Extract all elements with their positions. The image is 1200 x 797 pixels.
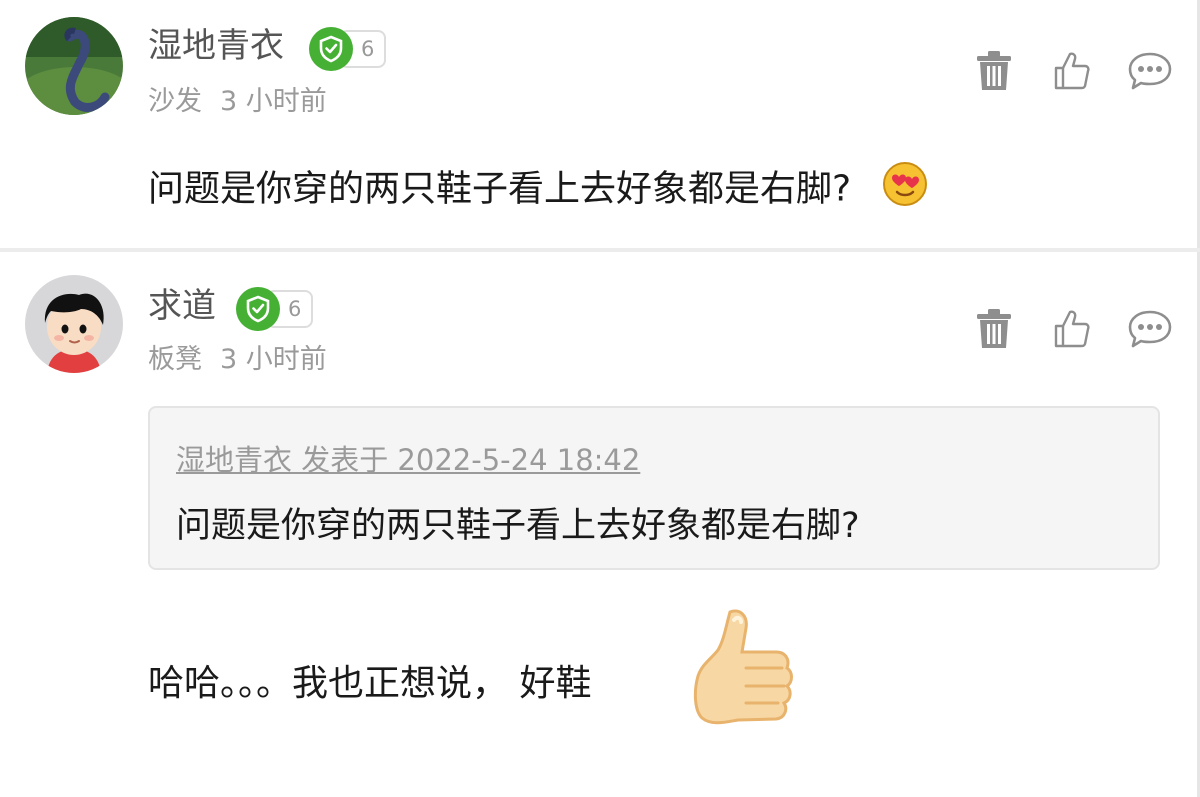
shield-check-icon	[236, 287, 280, 331]
avatar[interactable]	[25, 17, 123, 115]
comment-actions	[971, 306, 1173, 352]
heart-eyes-emoji	[881, 160, 929, 221]
delete-button[interactable]	[971, 48, 1017, 94]
chat-bubble-icon	[1128, 52, 1172, 90]
quote-source-link[interactable]: 湿地青衣 发表于 2022-5-24 18:42	[176, 442, 640, 478]
floor-label: 板凳	[148, 344, 202, 375]
timestamp: 3 小时前	[220, 86, 327, 117]
reply-button[interactable]	[1127, 306, 1173, 352]
quote-text: 问题是你穿的两只鞋子看上去好象都是右脚?	[176, 506, 860, 546]
reply-button[interactable]	[1127, 48, 1173, 94]
user-level-badge: 6	[236, 287, 314, 331]
chat-bubble-icon	[1128, 310, 1172, 348]
username[interactable]: 求道	[148, 286, 216, 326]
like-button[interactable]	[1049, 48, 1095, 94]
comment-actions	[971, 48, 1173, 94]
comment-text: 问题是你穿的两只鞋子看上去好象都是右脚?	[148, 160, 929, 221]
comment-item: 湿地青衣 6 沙发 3 小时前 问题是你穿的两只鞋子看上去好象都是右脚?	[0, 0, 1200, 248]
avatar[interactable]	[25, 275, 123, 373]
quoted-comment: 湿地青衣 发表于 2022-5-24 18:42 问题是你穿的两只鞋子看上去好象…	[148, 406, 1160, 570]
comment-meta: 板凳 3 小时前	[148, 344, 327, 376]
thumb-up-icon	[1054, 310, 1090, 348]
comment-body: 哈哈。。。我也正想说， 好鞋	[148, 663, 592, 704]
delete-button[interactable]	[971, 306, 1017, 352]
shield-check-icon	[309, 27, 353, 71]
thumbs-up-emoji	[690, 606, 800, 742]
like-button[interactable]	[1049, 306, 1095, 352]
timestamp: 3 小时前	[220, 344, 327, 375]
comment-item: 求道 6 板凳 3 小时前 湿地青衣 发表于 2022-5-24 18:42 问题…	[0, 252, 1200, 797]
trash-icon	[977, 51, 1011, 90]
trash-icon	[977, 309, 1011, 348]
username[interactable]: 湿地青衣	[148, 26, 284, 66]
thumb-up-icon	[1054, 52, 1090, 90]
comment-body: 问题是你穿的两只鞋子看上去好象都是右脚?	[148, 168, 852, 210]
user-level-badge: 6	[309, 27, 387, 71]
floor-label: 沙发	[148, 86, 202, 117]
comment-meta: 沙发 3 小时前	[148, 86, 327, 118]
